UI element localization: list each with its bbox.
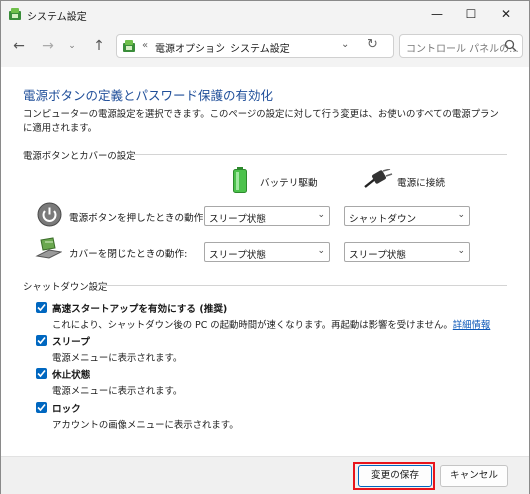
sleep-title[interactable]: スリープ bbox=[52, 334, 90, 348]
plugged-column-label: 電源に接続 bbox=[397, 178, 445, 189]
battery-column-label: バッテリ駆動 bbox=[260, 178, 318, 189]
laptop-lid-icon bbox=[35, 237, 62, 259]
section-divider bbox=[133, 154, 507, 155]
power-button-plugged-select[interactable]: シャットダウン ⌄ bbox=[344, 206, 470, 226]
address-bar[interactable]: « 電源オプション › システム設定 ⌄ ↻ bbox=[116, 34, 394, 58]
power-button-row-label: 電源ボタンを押したときの動作: bbox=[69, 213, 207, 224]
hibernate-checkbox[interactable] bbox=[36, 368, 47, 379]
lid-row-label: カバーを閉じたときの動作: bbox=[69, 249, 188, 260]
lid-plugged-select[interactable]: スリープ状態 ⌄ bbox=[344, 242, 470, 262]
cancel-button[interactable]: キャンセル bbox=[440, 465, 508, 487]
lock-description: アカウントの画像メニューに表示されます。 bbox=[52, 420, 239, 431]
lock-checkbox[interactable] bbox=[36, 402, 47, 413]
shutdown-section-label: シャットダウン設定 bbox=[23, 282, 108, 293]
selected-value: シャットダウン bbox=[349, 214, 417, 225]
search-placeholder: コントロール パネルの... bbox=[406, 44, 519, 55]
breadcrumb-separator: › bbox=[218, 40, 222, 51]
fast-startup-title[interactable]: 高速スタートアップを有効にする (推奨) bbox=[52, 301, 227, 315]
navigation-bar: ← → ⌄ ↑ « 電源オプション › システム設定 ⌄ ↻ コントロール パネ… bbox=[1, 27, 529, 67]
selected-value: スリープ状態 bbox=[349, 250, 406, 261]
forward-arrow-icon[interactable]: → bbox=[37, 35, 59, 57]
hibernate-description: 電源メニューに表示されます。 bbox=[52, 386, 183, 397]
chevron-down-icon: ⌄ bbox=[457, 210, 465, 220]
control-panel-icon bbox=[9, 8, 21, 20]
system-settings-window: システム設定 — ☐ ✕ ← → ⌄ ↑ « 電源オプション › システム設定 … bbox=[0, 0, 530, 494]
power-plug-icon bbox=[364, 169, 393, 188]
chevron-down-icon: ⌄ bbox=[317, 210, 325, 220]
control-panel-icon bbox=[123, 40, 135, 52]
checkmark-icon bbox=[37, 303, 46, 312]
page-title: 電源ボタンの定義とパスワード保護の有効化 bbox=[23, 88, 274, 103]
checkmark-icon bbox=[37, 403, 46, 412]
fast-startup-description: これにより、シャットダウン後の PC の起動時間が速くなります。再起動は影響を受… bbox=[52, 320, 491, 331]
sleep-description: 電源メニューに表示されます。 bbox=[52, 353, 183, 364]
section-divider bbox=[101, 285, 507, 286]
selected-value: スリープ状態 bbox=[209, 250, 266, 261]
recent-locations-chevron-icon[interactable]: ⌄ bbox=[61, 35, 83, 57]
title-bar: システム設定 — ☐ ✕ bbox=[1, 1, 529, 27]
checkmark-icon bbox=[37, 336, 46, 345]
power-button-icon bbox=[37, 202, 62, 227]
back-arrow-icon[interactable]: ← bbox=[8, 35, 30, 57]
up-arrow-icon[interactable]: ↑ bbox=[88, 35, 110, 57]
breadcrumb-system-settings[interactable]: システム設定 bbox=[230, 40, 290, 55]
learn-more-link[interactable]: 詳細情報 bbox=[453, 320, 491, 331]
power-button-battery-select[interactable]: スリープ状態 ⌄ bbox=[204, 206, 330, 226]
chevron-down-icon: ⌄ bbox=[457, 246, 465, 256]
highlight-box bbox=[353, 462, 435, 490]
fast-startup-checkbox[interactable] bbox=[36, 302, 47, 313]
battery-icon bbox=[233, 167, 247, 193]
refresh-icon[interactable]: ↻ bbox=[367, 37, 378, 52]
breadcrumb-power-options[interactable]: 電源オプション bbox=[155, 40, 225, 55]
chevron-down-icon: ⌄ bbox=[317, 246, 325, 256]
selected-value: スリープ状態 bbox=[209, 214, 266, 225]
power-section-label: 電源ボタンとカバーの設定 bbox=[23, 151, 136, 162]
close-button[interactable]: ✕ bbox=[483, 1, 529, 27]
breadcrumb-overflow[interactable]: « bbox=[142, 40, 148, 51]
page-description: コンピューターの電源設定を選択できます。このページの設定に対して行う変更は、お使… bbox=[23, 109, 499, 134]
sleep-checkbox[interactable] bbox=[36, 335, 47, 346]
lid-battery-select[interactable]: スリープ状態 ⌄ bbox=[204, 242, 330, 262]
hibernate-title[interactable]: 休止状態 bbox=[52, 367, 90, 381]
address-dropdown-chevron-icon[interactable]: ⌄ bbox=[341, 39, 349, 50]
checkmark-icon bbox=[37, 369, 46, 378]
search-icon bbox=[504, 39, 517, 52]
window-title: システム設定 bbox=[27, 12, 87, 23]
search-box[interactable]: コントロール パネルの... bbox=[399, 34, 523, 58]
lock-title[interactable]: ロック bbox=[52, 401, 81, 415]
